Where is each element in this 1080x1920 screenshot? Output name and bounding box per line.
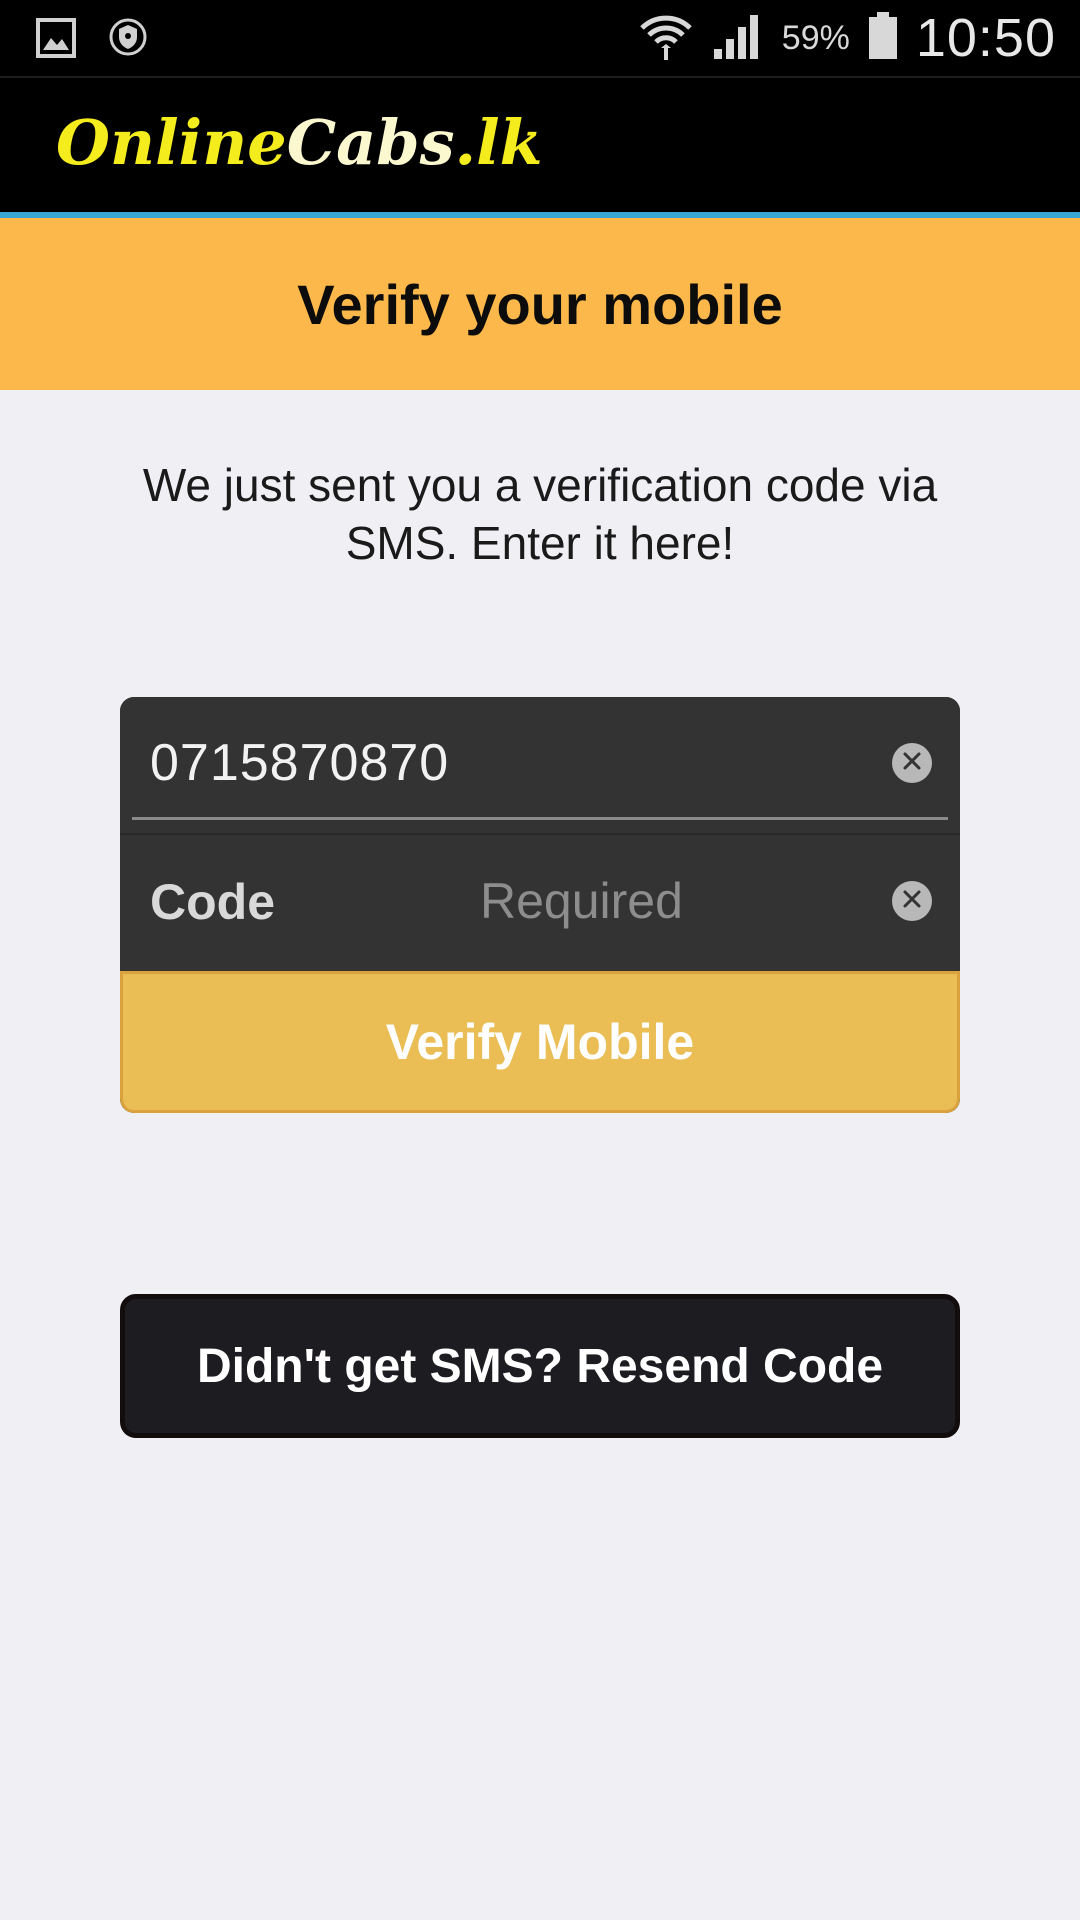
verify-mobile-label: Verify Mobile: [385, 1014, 695, 1070]
app-logo: OnlineCabs.lk: [56, 112, 543, 174]
battery-percent: 59%: [781, 18, 850, 57]
phone-value[interactable]: 0715870870: [150, 733, 449, 793]
resend-code-button[interactable]: Didn't get SMS? Resend Code: [120, 1294, 960, 1438]
phone-field[interactable]: 0715870870: [120, 697, 960, 833]
screen: 59% 10:50 OnlineCabs.lk Verify your mobi…: [0, 0, 1080, 1920]
logo-part-cabs: Cabs: [286, 106, 455, 179]
vpn-shield-icon: [108, 16, 148, 63]
clear-code-button[interactable]: [892, 881, 932, 921]
gallery-icon: [36, 18, 76, 63]
verification-form: 0715870870 Code Required Verify Mobile: [120, 697, 960, 1113]
verify-mobile-button[interactable]: Verify Mobile: [120, 971, 960, 1113]
signal-icon: [712, 11, 764, 66]
resend-code-label: Didn't get SMS? Resend Code: [196, 1339, 884, 1393]
code-input[interactable]: [480, 863, 800, 939]
code-label: Code: [150, 874, 275, 930]
app-header: OnlineCabs.lk: [0, 76, 1080, 214]
clear-icon: [901, 750, 923, 777]
logo-part-online: Online: [56, 106, 287, 179]
page-title: Verify your mobile: [297, 272, 783, 336]
code-field-row: Code: [120, 835, 960, 971]
logo-part-domain: .lk: [454, 106, 543, 179]
clear-phone-button[interactable]: [892, 743, 932, 783]
wifi-icon: [638, 8, 694, 69]
status-bar: 59% 10:50: [0, 0, 1080, 76]
battery-icon: [868, 11, 898, 65]
status-right: 59% 10:50: [638, 0, 1056, 76]
title-banner: Verify your mobile: [0, 218, 1080, 390]
clear-icon: [901, 888, 923, 915]
status-time: 10:50: [915, 8, 1056, 68]
instruction-text: We just sent you a verification code via…: [142, 459, 938, 569]
phone-field-underline: [132, 817, 948, 820]
